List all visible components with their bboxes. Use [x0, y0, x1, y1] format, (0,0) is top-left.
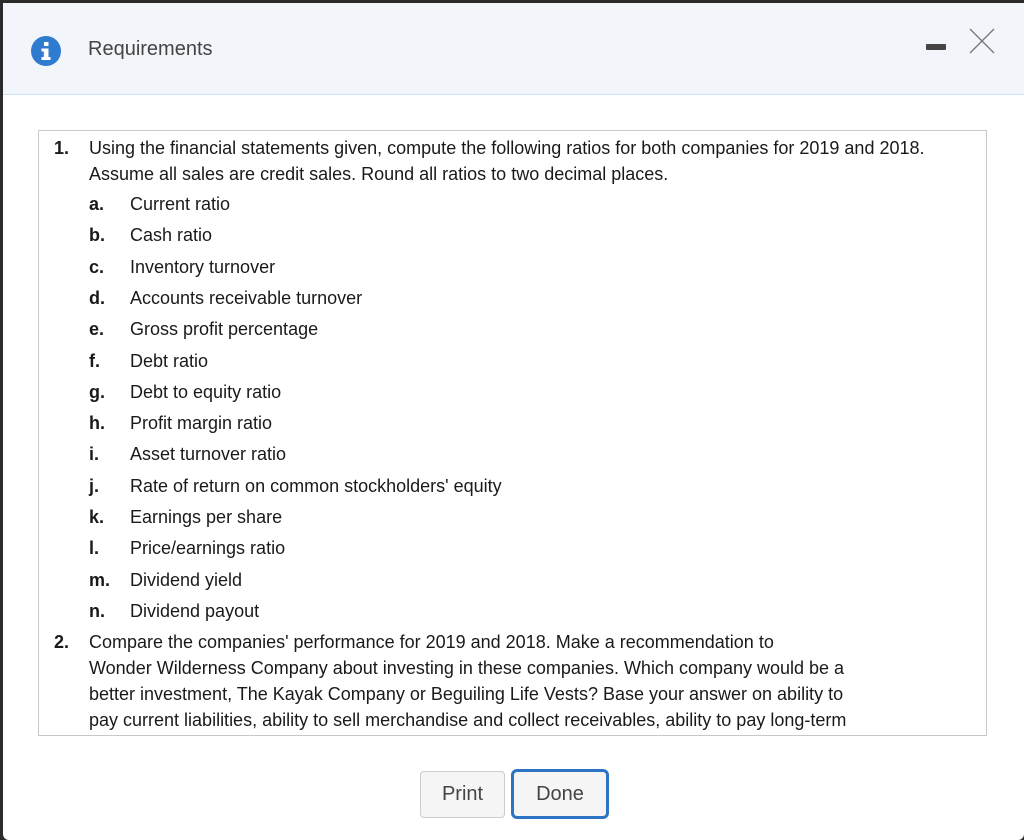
ratio-letter: d. — [89, 287, 105, 308]
ratio-label: Dividend payout — [130, 600, 260, 621]
close-icon — [969, 28, 995, 54]
dialog-title: Requirements — [88, 38, 213, 60]
ratio-label: Debt ratio — [130, 350, 209, 371]
print-button[interactable]: Print — [420, 771, 505, 818]
ratio-letter: m. — [89, 569, 111, 590]
ratio-letter: n. — [89, 600, 105, 621]
ratio-letter: i. — [89, 444, 100, 465]
ratio-label: Current ratio — [130, 194, 231, 214]
ratio-letter: e. — [89, 319, 105, 340]
requirement-line: Compare the companies' performance for 2… — [89, 632, 774, 652]
requirements-dialog: Requirements 1. Using the financial stat… — [3, 3, 1024, 840]
ratio-letter: j. — [89, 475, 100, 496]
ratio-letter: g. — [89, 381, 105, 402]
ratio-label: Dividend yield — [130, 569, 243, 590]
ratio-letter: k. — [89, 507, 105, 527]
ratio-label: Earnings per share — [130, 507, 283, 527]
info-icon — [31, 36, 61, 66]
minimize-button[interactable] — [923, 39, 949, 55]
ratio-label: Debt to equity ratio — [130, 381, 282, 402]
requirement-text: Compare the companies' performance for 2… — [89, 629, 984, 735]
ratio-label: Cash ratio — [130, 225, 213, 246]
ratio-label: Inventory turnover — [130, 256, 276, 277]
close-button[interactable] — [966, 25, 998, 57]
ratio-letter: b. — [89, 225, 105, 246]
requirement-line: debt, profitability, and attractiveness … — [89, 733, 984, 735]
ratio-letter: a. — [89, 194, 105, 214]
ratio-label: Accounts receivable turnover — [130, 287, 363, 308]
ratio-label: Asset turnover ratio — [130, 444, 287, 465]
done-button[interactable]: Done — [511, 769, 609, 819]
requirement-text: Using the financial statements given, co… — [89, 138, 925, 184]
ratio-letter: c. — [89, 256, 105, 277]
ratio-label: Gross profit percentage — [130, 319, 319, 340]
ratio-label: Rate of return on common stockholders' e… — [130, 475, 502, 496]
ratio-label: Price/earnings ratio — [130, 538, 286, 559]
ratio-label: Profit margin ratio — [130, 413, 273, 434]
requirement-number: 2. — [54, 632, 70, 652]
requirement-line: Wonder Wilderness Company about investin… — [89, 658, 845, 678]
dialog-header: Requirements — [3, 3, 1024, 95]
ratio-letter: h. — [89, 413, 105, 434]
requirement-line: pay current liabilities, ability to sell… — [89, 710, 847, 730]
minimize-icon — [926, 44, 946, 50]
ratio-letter: l. — [89, 538, 100, 559]
requirement-line: better investment, The Kayak Company or … — [89, 684, 844, 704]
ratio-letter: f. — [89, 350, 100, 371]
requirement-number: 1. — [54, 138, 70, 158]
requirements-scroll-area[interactable]: 1. Using the financial statements given,… — [38, 130, 987, 736]
